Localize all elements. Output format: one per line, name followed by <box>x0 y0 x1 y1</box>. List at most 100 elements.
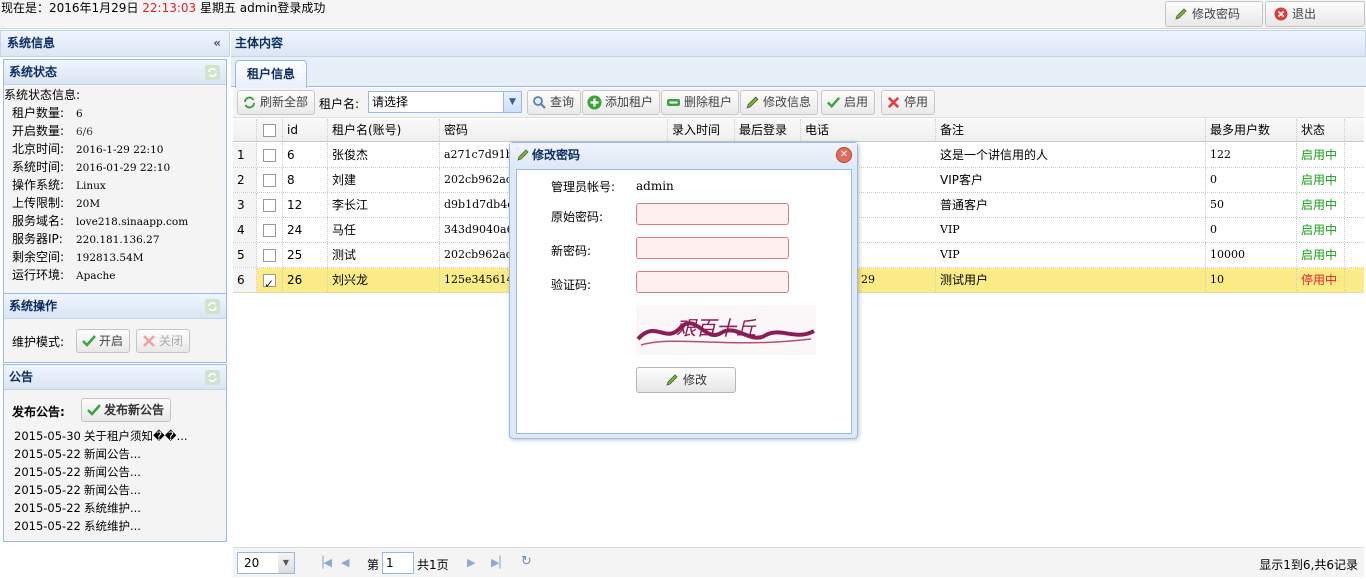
row-checkbox[interactable] <box>263 272 276 292</box>
query-button[interactable]: 查询 <box>527 90 582 115</box>
account-label: 管理员帐号: <box>551 180 616 194</box>
tenant-select[interactable]: 请选择 ▼ <box>368 91 522 113</box>
change-password-dialog: 修改密码 ✕ 管理员帐号: admin 原始密码: 新密码: 验证码: 艰百十丘… <box>509 142 858 439</box>
disable-button[interactable]: 停用 <box>881 90 936 115</box>
notice-item[interactable]: 2015-05-22 新闻公告... <box>14 466 141 479</box>
add-tenant-button[interactable]: 添加租户 <box>582 90 661 115</box>
status-heading: 系统状态信息: <box>4 88 81 102</box>
new-password-field[interactable] <box>636 237 789 259</box>
column-header-name[interactable]: 租户名(账号) <box>328 119 440 141</box>
status-item: 剩余空间: 192813.54M <box>12 250 144 264</box>
refresh-all-button[interactable]: 刷新全部 <box>237 90 316 115</box>
status-badge: 启用中 <box>1297 218 1345 242</box>
notice-item[interactable]: 2015-05-22 系统维护... <box>14 520 141 533</box>
tenant-name-label: 租户名: <box>319 97 360 111</box>
row-checkbox[interactable] <box>263 224 276 237</box>
maintenance-off-button[interactable]: 关闭 <box>136 329 191 353</box>
notice-body: 发布公告: 发布新公告 2015-05-30 关于租户须知��... 2015-0… <box>4 390 226 541</box>
dialog-title: 修改密码 <box>532 148 581 162</box>
status-item: 系统时间: 2016-01-29 22:10 <box>12 160 171 174</box>
refresh-icon[interactable] <box>205 370 220 385</box>
system-status-title: 系统状态 <box>9 65 58 79</box>
column-header-phone[interactable]: 电话 <box>801 119 936 141</box>
last-page-icon[interactable]: ▶▏ <box>491 556 508 569</box>
submit-password-button[interactable]: 修改 <box>636 367 736 393</box>
west-region: 系统信息 « 系统状态 系统状态信息: 租户数量: 6 开启数量: 6/6 北京时间… <box>0 30 230 579</box>
check-icon <box>827 97 841 108</box>
notice-item[interactable]: 2015-05-22 新闻公告... <box>14 484 141 497</box>
captcha-label: 验证码: <box>551 278 592 292</box>
refresh-icon[interactable] <box>205 65 220 80</box>
captcha-field[interactable] <box>636 271 789 293</box>
dialog-body: 管理员帐号: admin 原始密码: 新密码: 验证码: 艰百十丘 修改 <box>516 169 852 434</box>
change-password-label: 修改密码 <box>1192 7 1241 21</box>
row-checkbox[interactable] <box>263 149 276 162</box>
notice-item[interactable]: 2015-05-22 系统维护... <box>14 502 141 515</box>
column-header-last-login[interactable]: 最后登录 <box>735 119 801 141</box>
enable-button[interactable]: 启用 <box>821 90 876 115</box>
publish-notice-button[interactable]: 发布新公告 <box>81 398 172 422</box>
collapse-icon[interactable]: « <box>213 31 221 56</box>
row-checkbox[interactable] <box>263 174 276 187</box>
old-password-field[interactable] <box>636 203 789 225</box>
refresh-icon[interactable] <box>205 299 220 314</box>
change-password-button[interactable]: 修改密码 <box>1165 1 1263 27</box>
top-bar: 现在是：2016年1月29日 22:13:03 星期五 admin登录成功 修改… <box>0 0 1366 29</box>
status-badge: 启用中 <box>1297 143 1345 167</box>
column-header-max-users[interactable]: 最多用户数 <box>1206 119 1297 141</box>
status-item: 服务器IP: 220.181.136.27 <box>12 232 160 246</box>
edit-info-button[interactable]: 修改信息 <box>740 90 819 115</box>
add-icon <box>587 95 602 110</box>
close-icon[interactable]: ✕ <box>836 147 852 163</box>
logout-button[interactable]: 退出 <box>1265 1 1365 27</box>
notice-title: 公告 <box>9 370 34 384</box>
account-value: admin <box>636 179 674 193</box>
system-ops-header: 系统操作 <box>4 294 226 319</box>
row-checkbox[interactable] <box>263 199 276 212</box>
notice-header: 公告 <box>4 365 226 390</box>
captcha-image[interactable]: 艰百十丘 <box>636 305 816 355</box>
column-header-status[interactable]: 状态 <box>1297 119 1345 141</box>
publish-label: 发布公告: <box>12 405 65 419</box>
check-icon <box>87 404 101 416</box>
page-total: 共1页 <box>417 558 449 572</box>
next-page-icon[interactable]: ▶ <box>467 556 475 569</box>
page-number-input[interactable]: 1 <box>382 552 414 574</box>
notice-item[interactable]: 2015-05-22 新闻公告... <box>14 448 141 461</box>
select-all-checkbox[interactable] <box>263 124 276 137</box>
reload-icon[interactable]: ↻ <box>521 554 532 569</box>
date-text: 现在是：2016年1月29日 <box>1 1 143 15</box>
pencil-icon <box>517 149 529 161</box>
notice-item[interactable]: 2015-05-30 关于租户须知��... <box>14 430 188 443</box>
prev-page-icon[interactable]: ◀ <box>341 556 349 569</box>
row-checkbox[interactable] <box>263 249 276 262</box>
column-header-id[interactable]: id <box>283 119 328 141</box>
status-badge: 启用中 <box>1297 243 1345 267</box>
cross-icon <box>143 335 155 347</box>
column-header-created[interactable]: 录入时间 <box>668 119 735 141</box>
remove-icon <box>667 99 680 106</box>
grid-header: id 租户名(账号) 密码 录入时间 最后登录 电话 备注 最多用户数 状态 <box>233 119 1364 142</box>
close-icon <box>1274 7 1288 21</box>
status-item: 租户数量: 6 <box>12 106 83 120</box>
column-header-remark[interactable]: 备注 <box>936 119 1206 141</box>
rownum-header <box>233 119 257 141</box>
status-badge: 停用中 <box>1297 268 1345 292</box>
delete-tenant-button[interactable]: 删除租户 <box>661 90 740 115</box>
status-badge: 启用中 <box>1297 168 1345 192</box>
status-item: 运行环境: Apache <box>12 268 116 282</box>
maintenance-on-button[interactable]: 开启 <box>76 329 131 353</box>
select-all-cell <box>257 119 283 141</box>
status-item: 操作系统: Linux <box>12 178 106 192</box>
first-page-icon[interactable]: ▕◀ <box>315 556 332 569</box>
login-status-text: 星期五 admin登录成功 <box>196 1 326 15</box>
column-header-password[interactable]: 密码 <box>440 119 668 141</box>
new-password-label: 新密码: <box>551 244 592 258</box>
page-size-select[interactable]: 20 ▼ <box>237 552 295 574</box>
west-title: 系统信息 <box>7 36 56 50</box>
grid-toolbar: 刷新全部 租户名: 请选择 ▼ 查询 添加租户 删除租户 修改信息 启用 停用 <box>233 88 1364 118</box>
tab-bar: 租户信息 <box>231 57 1366 88</box>
dialog-title-bar[interactable]: 修改密码 ✕ <box>510 143 857 167</box>
chevron-down-icon: ▼ <box>278 553 294 573</box>
tab-tenant-info[interactable]: 租户信息 <box>235 60 307 88</box>
